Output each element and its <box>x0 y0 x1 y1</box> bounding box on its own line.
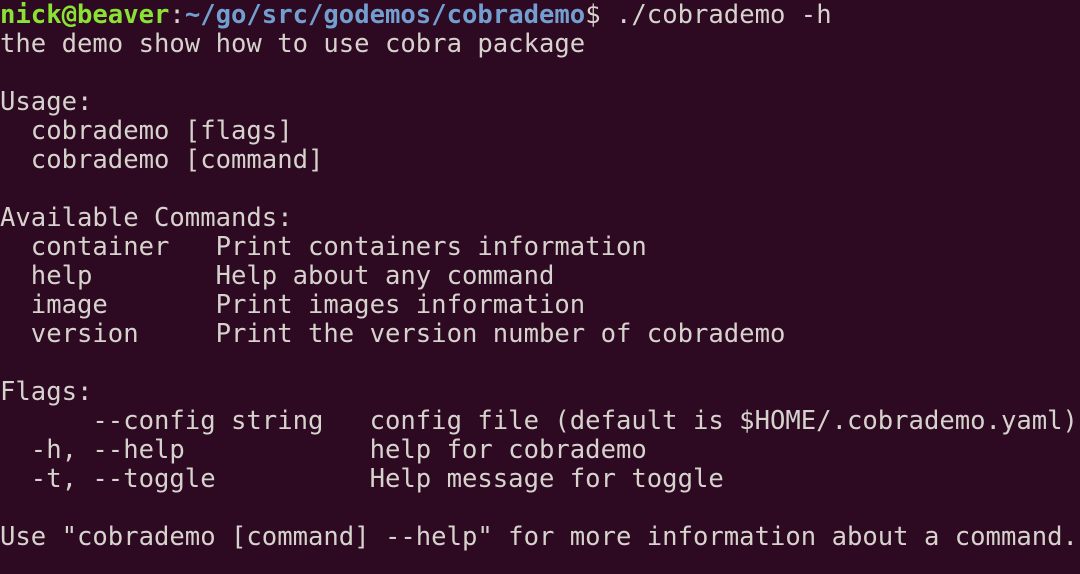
terminal-window[interactable]: nick@beaver:~/go/src/godemos/cobrademo$ … <box>0 0 1080 574</box>
footer-hint: Use "cobrademo [command] --help" for mor… <box>0 522 1078 552</box>
command-entry-help: help Help about any command <box>0 261 555 291</box>
prompt-separator: : <box>169 0 185 30</box>
prompt-path: ~/go/src/godemos/cobrademo <box>184 0 586 30</box>
prompt-sigil: $ <box>585 0 601 30</box>
flag-entry-config: --config string config file (default is … <box>0 406 1078 436</box>
output-description: the demo show how to use cobra package <box>0 29 586 59</box>
flags-heading: Flags: <box>0 377 93 407</box>
flag-entry-toggle: -t, --toggle Help message for toggle <box>0 464 724 494</box>
command-entry-container: container Print containers information <box>0 232 647 262</box>
prompt-command: ./cobrademo -h <box>600 0 832 30</box>
command-entry-version: version Print the version number of cobr… <box>0 319 786 349</box>
commands-heading: Available Commands: <box>0 203 293 233</box>
prompt-user-host: nick@beaver <box>0 0 170 30</box>
flag-entry-help: -h, --help help for cobrademo <box>0 435 647 465</box>
usage-line: cobrademo [command] <box>0 145 324 175</box>
command-entry-image: image Print images information <box>0 290 586 320</box>
prompt-line: nick@beaver:~/go/src/godemos/cobrademo$ … <box>0 1 1080 30</box>
usage-line: cobrademo [flags] <box>0 116 293 146</box>
usage-heading: Usage: <box>0 87 93 117</box>
